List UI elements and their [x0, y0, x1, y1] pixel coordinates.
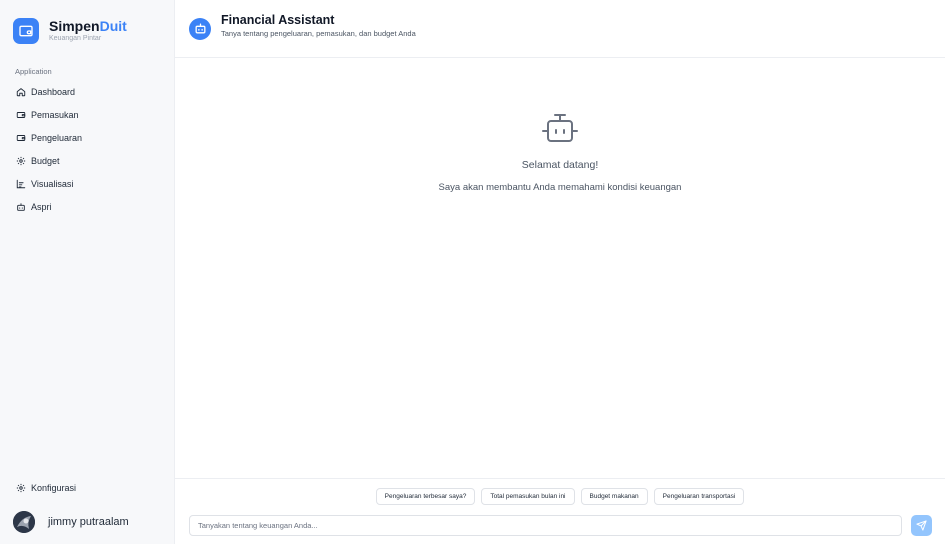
send-button[interactable]: [911, 515, 932, 536]
sidebar-item-visualisasi[interactable]: Visualisasi: [0, 172, 174, 195]
chart-icon: [15, 178, 26, 189]
page-header: Financial Assistant Tanya tentang pengel…: [175, 0, 945, 58]
home-icon: [15, 86, 26, 97]
sidebar-item-label: Budget: [31, 155, 60, 166]
user-profile[interactable]: jimmy putraalam: [0, 505, 174, 539]
header-text: Financial Assistant Tanya tentang pengel…: [221, 13, 416, 39]
sidebar-item-label: Aspri: [31, 201, 52, 212]
suggestion-chip-monthly-income[interactable]: Total pemasukan bulan ini: [481, 488, 575, 505]
avatar: [13, 511, 35, 533]
page-title: Financial Assistant: [221, 12, 335, 27]
sidebar-nav: Dashboard Pemasukan Pengeluaran Budget V…: [0, 76, 174, 218]
bot-icon: [189, 17, 211, 40]
sidebar-item-label: Pengeluaran: [31, 132, 83, 143]
sidebar-footer: Konfigurasi jimmy putraalam: [0, 477, 174, 544]
sidebar-item-aspri[interactable]: Aspri: [0, 195, 174, 218]
wallet-icon: [15, 132, 26, 143]
settings-icon: [15, 155, 26, 166]
sidebar-item-pemasukan[interactable]: Pemasukan: [0, 103, 174, 126]
sidebar-item-label: Pemasukan: [31, 109, 79, 120]
welcome-title: Selamat datang!: [521, 159, 599, 171]
chat-input[interactable]: [189, 515, 902, 536]
brand-text: SimpenDuit Keuangan Pintar: [49, 18, 127, 44]
page-subtitle: Tanya tentang pengeluaran, pemasukan, da…: [221, 28, 416, 38]
brand-tagline: Keuangan Pintar: [49, 35, 102, 42]
welcome-subtitle: Saya akan membantu Anda memahami kondisi…: [438, 182, 682, 193]
sidebar-item-label: Visualisasi: [31, 178, 74, 189]
brand-name: SimpenDuit: [49, 18, 127, 34]
settings-icon: [15, 483, 26, 494]
sidebar-item-budget[interactable]: Budget: [0, 149, 174, 172]
bot-icon: [540, 112, 580, 146]
main-panel: Financial Assistant Tanya tentang pengel…: [175, 0, 945, 544]
input-row: [175, 515, 945, 536]
suggestion-chip-largest-expense[interactable]: Pengeluaran terbesar saya?: [375, 488, 476, 505]
wallet-icon: [15, 109, 26, 120]
sidebar: SimpenDuit Keuangan Pintar Application D…: [0, 0, 175, 544]
welcome-message: Selamat datang! Saya akan membantu Anda …: [175, 112, 945, 193]
sidebar-item-label: Dashboard: [31, 86, 76, 97]
bot-icon: [15, 201, 26, 212]
section-label-application: Application: [15, 67, 52, 76]
sidebar-item-konfigurasi[interactable]: Konfigurasi: [0, 477, 174, 499]
suggestion-chip-food-budget[interactable]: Budget makanan: [580, 488, 648, 505]
config-label: Konfigurasi: [31, 483, 77, 493]
sidebar-item-dashboard[interactable]: Dashboard: [0, 80, 174, 103]
brand-name-accent: Duit: [99, 18, 127, 34]
send-icon: [916, 520, 927, 531]
brand[interactable]: SimpenDuit Keuangan Pintar: [0, 0, 174, 52]
chat-composer: Pengeluaran terbesar saya? Total pemasuk…: [175, 478, 945, 544]
wallet-logo-icon: [13, 18, 39, 44]
suggestion-chip-transport-expense[interactable]: Pengeluaran transportasi: [653, 488, 745, 505]
sidebar-item-pengeluaran[interactable]: Pengeluaran: [0, 126, 174, 149]
user-name: jimmy putraalam: [48, 516, 129, 528]
suggestion-chips: Pengeluaran terbesar saya? Total pemasuk…: [175, 488, 945, 505]
brand-name-main: Simpen: [49, 18, 100, 34]
app-root: SimpenDuit Keuangan Pintar Application D…: [0, 0, 945, 544]
